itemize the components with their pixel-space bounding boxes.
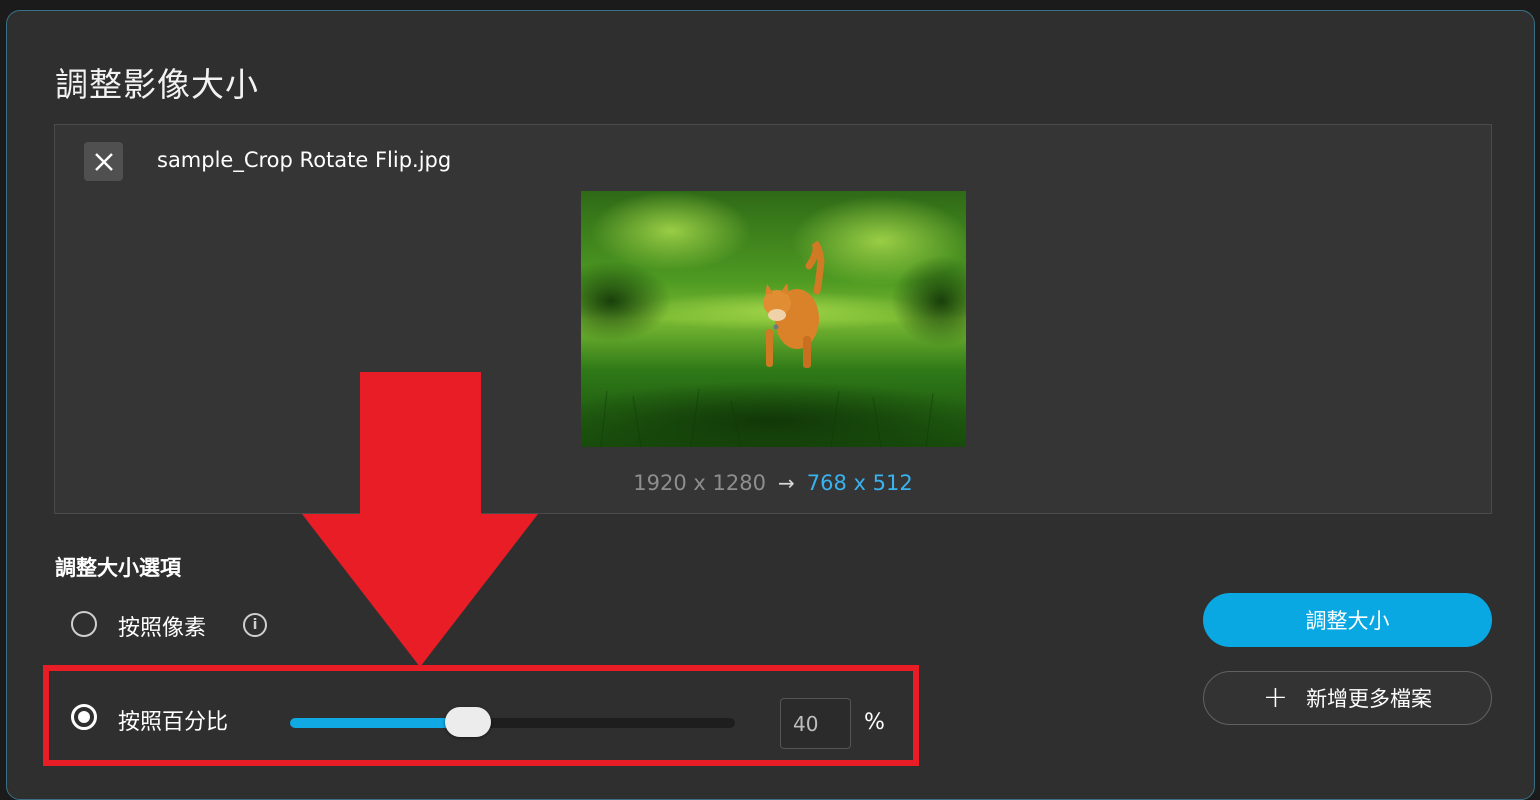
file-preview-panel: sample_Crop Rotate Flip.jpg 1920 x 1280 … [54,124,1492,514]
new-size: 768 x 512 [806,471,913,495]
plus-icon: + [1262,680,1289,715]
resize-options-title: 調整大小選項 [55,556,181,580]
by-pixels-radio[interactable] [71,611,97,637]
file-name: sample_Crop Rotate Flip.jpg [157,148,452,172]
size-info: 1920 x 1280 → 768 x 512 [55,471,1491,495]
resize-button[interactable]: 調整大小 [1203,593,1492,647]
info-icon[interactable]: i [243,613,267,637]
original-size: 1920 x 1280 [633,471,766,495]
arrow-right-icon: → [777,471,795,495]
resize-button-label: 調整大小 [1305,609,1390,633]
close-icon [94,152,113,171]
image-thumbnail [581,191,966,447]
highlight-box [43,665,919,766]
red-arrow-icon [302,372,538,667]
by-pixels-label[interactable]: 按照像素 [118,610,206,642]
dialog-title: 調整影像大小 [55,65,259,104]
add-more-files-button[interactable]: + 新增更多檔案 [1203,671,1492,725]
remove-file-button[interactable] [84,142,123,181]
add-more-files-label: 新增更多檔案 [1306,687,1433,711]
